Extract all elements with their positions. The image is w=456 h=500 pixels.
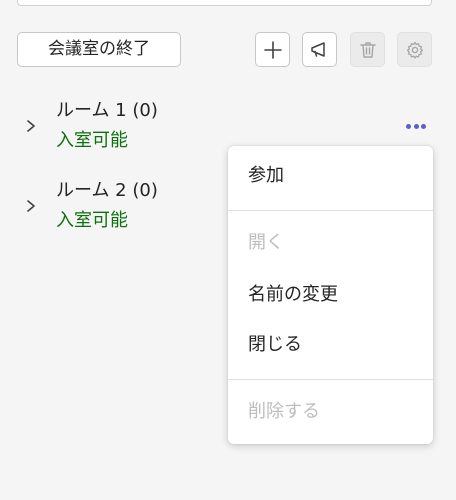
more-dot	[413, 123, 419, 129]
menu-item-rename[interactable]: 名前の変更	[248, 283, 338, 307]
end-meeting-room-button[interactable]: 会議室の終了	[17, 32, 181, 67]
menu-divider	[228, 379, 433, 380]
announce-button[interactable]	[302, 32, 337, 67]
chevron-right-icon[interactable]	[24, 197, 38, 215]
add-room-button[interactable]	[255, 32, 290, 67]
menu-item-open[interactable]: 開く	[248, 231, 284, 255]
room-name: ルーム 1 (0)	[56, 100, 158, 121]
chevron-right-icon[interactable]	[24, 117, 38, 135]
megaphone-icon	[310, 41, 325, 57]
more-dot	[406, 123, 411, 129]
room-name: ルーム 2 (0)	[56, 180, 158, 201]
menu-divider	[228, 210, 433, 211]
trash-icon	[359, 41, 376, 58]
room-context-menu: 参加 開く 名前の変更 閉じる 削除する	[228, 146, 433, 444]
menu-item-delete[interactable]: 削除する	[248, 400, 320, 424]
top-input-field[interactable]	[17, 0, 432, 6]
plus-icon	[263, 40, 282, 59]
gear-icon	[406, 41, 423, 59]
room-status: 入室可能	[56, 210, 128, 231]
room-status: 入室可能	[56, 130, 128, 151]
more-options-icon[interactable]	[403, 118, 429, 134]
settings-button[interactable]	[397, 32, 432, 67]
menu-item-close[interactable]: 閉じる	[248, 333, 302, 357]
menu-item-join[interactable]: 参加	[248, 164, 284, 188]
delete-room-button[interactable]	[350, 32, 385, 67]
more-dot	[421, 123, 426, 129]
